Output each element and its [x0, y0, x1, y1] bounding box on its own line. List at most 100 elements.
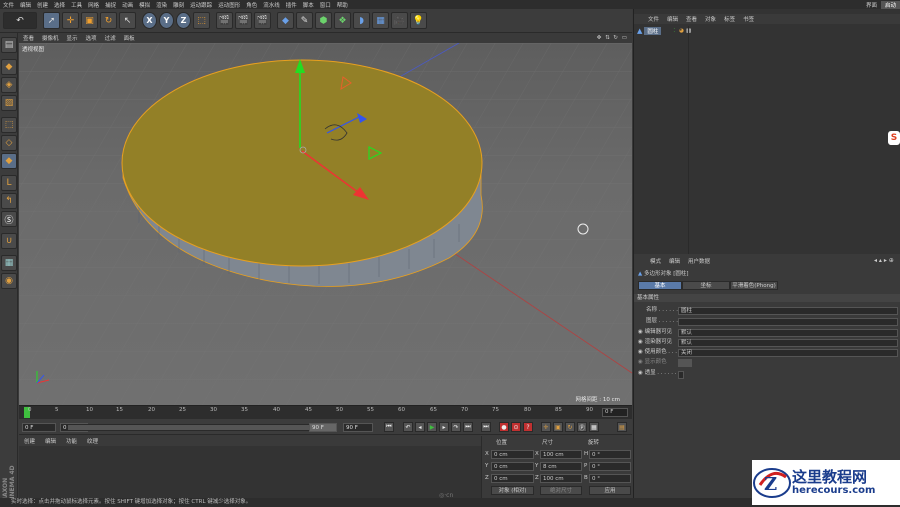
material-manager[interactable]: 创建 编辑 功能 纹理 ◎·cn	[19, 436, 481, 499]
position-y-field[interactable]: 0 cm	[491, 462, 534, 471]
perspective-viewport[interactable]: 透视视图 网格间距 : 10 cm	[19, 43, 632, 405]
menu-help[interactable]: 帮助	[334, 1, 351, 9]
menu-tools[interactable]: 工具	[68, 1, 85, 9]
tab-phong[interactable]: 平滑着色(Phong)	[730, 281, 778, 290]
material-menu-edit[interactable]: 编辑	[40, 437, 61, 445]
goto-start-button[interactable]: ⏮	[384, 422, 394, 432]
viewport-menu-filter[interactable]: 过滤	[101, 34, 120, 42]
points-mode-button[interactable]: ⬚	[1, 117, 17, 133]
current-frame-field[interactable]: 0 F	[602, 408, 628, 417]
recent-tool-button[interactable]: ↖	[119, 12, 136, 29]
render-settings-button[interactable]: 🎬	[254, 12, 271, 29]
cube-object-button[interactable]: ◆	[277, 12, 294, 29]
scale-tool-button[interactable]: ▣	[81, 12, 98, 29]
menu-simulate[interactable]: 模拟	[136, 1, 153, 9]
phong-tag-icon[interactable]: ◕	[679, 28, 684, 34]
menu-render[interactable]: 渲染	[153, 1, 170, 9]
size-x-field[interactable]: 100 cm	[540, 450, 582, 459]
radio-icon[interactable]: ◉	[638, 370, 643, 376]
model-mode-button[interactable]: ◆	[1, 59, 17, 75]
menu-pipeline[interactable]: 流水线	[260, 1, 283, 9]
light-button[interactable]: 💡	[410, 12, 427, 29]
menu-edit[interactable]: 编辑	[17, 1, 34, 9]
objmgr-menu-edit[interactable]: 编辑	[663, 15, 682, 23]
current-time-field[interactable]: 0 F	[22, 423, 56, 432]
menu-mograph[interactable]: 运动图形	[215, 1, 243, 9]
menu-create[interactable]: 创建	[34, 1, 51, 9]
camera-button[interactable]: 🎥	[391, 12, 408, 29]
prev-frame-button[interactable]: ◂	[415, 422, 425, 432]
name-field[interactable]: 圆柱	[678, 307, 898, 315]
objmgr-menu-view[interactable]: 查看	[682, 15, 701, 23]
render-visible-dropdown[interactable]: 默认	[678, 339, 898, 347]
key-param-button[interactable]: Ⓟ	[577, 422, 587, 432]
timeline-window-button[interactable]: ▤	[617, 422, 627, 432]
radio-icon[interactable]: ◉	[638, 349, 643, 355]
display-color-swatch[interactable]	[678, 359, 692, 367]
layer-field[interactable]	[678, 318, 898, 326]
key-rotation-button[interactable]: ↻	[565, 422, 575, 432]
subdivision-surface-button[interactable]: ⬢	[315, 12, 332, 29]
viewport-menu-options[interactable]: 选项	[82, 34, 101, 42]
undo-button[interactable]: ↶	[3, 12, 37, 29]
max-time-field[interactable]: 90 F	[343, 423, 373, 432]
menu-window[interactable]: 窗口	[317, 1, 334, 9]
auto-key-button[interactable]: ⊙	[511, 422, 521, 432]
attr-menu-edit[interactable]: 编辑	[665, 257, 684, 265]
render-view-button[interactable]: 🎬	[216, 12, 233, 29]
objmgr-menu-bookmarks[interactable]: 书签	[739, 15, 758, 23]
preview-range-slider[interactable]	[67, 424, 337, 431]
workplane-grid-button[interactable]: ▦	[1, 255, 17, 271]
menu-file[interactable]: 文件	[0, 1, 17, 9]
live-selection-button[interactable]: ➚	[43, 12, 60, 29]
rotation-p-field[interactable]: 0 °	[589, 462, 631, 471]
play-button[interactable]: ▶	[427, 422, 437, 432]
menu-motion-tracker[interactable]: 运动跟踪	[187, 1, 215, 9]
key-position-button[interactable]: ✛	[541, 422, 551, 432]
z-axis-lock-button[interactable]: Z	[176, 12, 191, 29]
viewport-menu-cameras[interactable]: 摄像机	[38, 34, 63, 42]
size-mode-dropdown[interactable]: 绝对尺寸	[540, 486, 582, 495]
axis-mode-button[interactable]: L	[1, 175, 17, 191]
object-row-cylinder[interactable]: ▲ 圆柱 ⁚ ◕ ▩	[637, 26, 691, 35]
next-frame-button[interactable]: ▸	[439, 422, 449, 432]
array-button[interactable]: ❖	[334, 12, 351, 29]
timeline-ruler[interactable]: 0 5 10 15 20 25 30 35 40 45 50 55 60 65 …	[19, 405, 632, 419]
material-menu-texture[interactable]: 纹理	[82, 437, 103, 445]
menu-mesh[interactable]: 网格	[85, 1, 102, 9]
solo-button[interactable]: ◉	[1, 273, 17, 289]
tab-coordinates[interactable]: 坐标	[682, 281, 730, 290]
objmgr-menu-objects[interactable]: 对象	[701, 15, 720, 23]
layout-startup-button[interactable]: 启动	[880, 0, 900, 9]
rotate-tool-button[interactable]: ↻	[100, 12, 117, 29]
workplane-mode-button[interactable]: ▨	[1, 95, 17, 111]
objmgr-menu-tags[interactable]: 标签	[720, 15, 739, 23]
attr-menu-userdata[interactable]: 用户数据	[684, 257, 714, 265]
goto-end-button[interactable]: ⏭	[463, 422, 473, 432]
menu-animate[interactable]: 动画	[119, 1, 136, 9]
tab-basic[interactable]: 基本	[638, 281, 682, 290]
menu-select[interactable]: 选择	[51, 1, 68, 9]
polygons-mode-button[interactable]: ◆	[1, 153, 17, 169]
key-selection-button[interactable]: ?	[523, 422, 533, 432]
rotation-h-field[interactable]: 0 °	[589, 450, 631, 459]
move-tool-button[interactable]: ✛	[62, 12, 79, 29]
x-axis-lock-button[interactable]: X	[142, 12, 157, 29]
radio-icon[interactable]: ◉	[638, 359, 643, 365]
side-s-badge-icon[interactable]: S	[888, 131, 900, 145]
xray-checkbox[interactable]	[678, 371, 684, 379]
prev-key-button[interactable]: ↶	[403, 422, 413, 432]
snap-button[interactable]: Ⓢ	[1, 211, 17, 227]
menu-plugins[interactable]: 插件	[283, 1, 300, 9]
material-menu-function[interactable]: 功能	[61, 437, 82, 445]
radio-icon[interactable]: ◉	[638, 329, 643, 335]
spline-pen-button[interactable]: ✎	[296, 12, 313, 29]
coordinate-system-button[interactable]: ⬚	[193, 12, 210, 29]
use-color-dropdown[interactable]: 关闭	[678, 349, 898, 357]
size-y-field[interactable]: 8 cm	[540, 462, 582, 471]
viewport-nav-icons[interactable]: ✥ ⇅ ↻ ▭	[593, 35, 632, 41]
tweak-mode-button[interactable]: ↰	[1, 193, 17, 209]
object-name[interactable]: 圆柱	[644, 26, 662, 35]
viewport-menu-display[interactable]: 显示	[63, 34, 82, 42]
object-manager[interactable]: 文件 编辑 查看 对象 标签 书签 ▲ 圆柱 ⁚ ◕ ▩ S	[633, 9, 900, 254]
